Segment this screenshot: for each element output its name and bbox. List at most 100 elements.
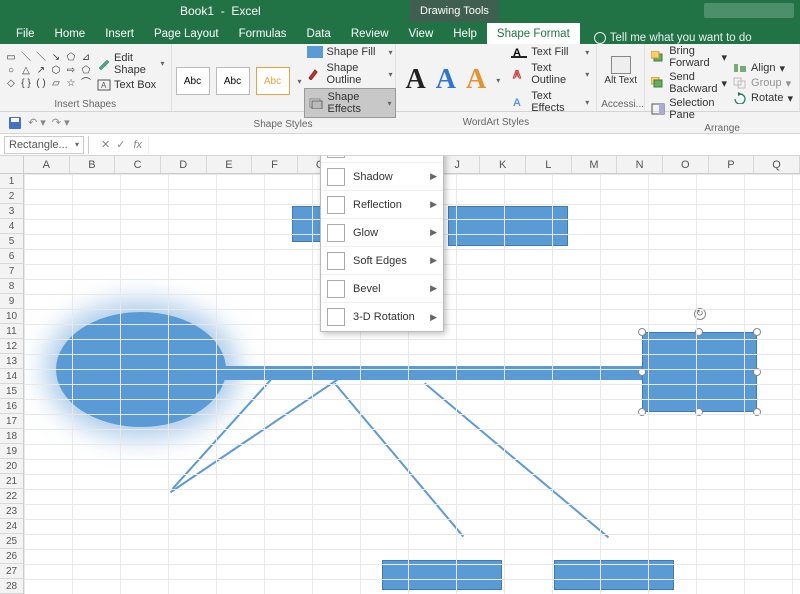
col-header-K[interactable]: K bbox=[480, 156, 526, 173]
group-button[interactable]: Group▾ bbox=[731, 76, 795, 91]
shape-fill-button[interactable]: Shape Fill ▾ bbox=[304, 44, 396, 60]
col-header-L[interactable]: L bbox=[526, 156, 572, 173]
style-preset-3[interactable]: Abc bbox=[256, 67, 290, 95]
text-fill-button[interactable]: A Text Fill▾ bbox=[508, 44, 592, 60]
tell-me[interactable]: Tell me what you want to do bbox=[580, 32, 752, 44]
effects-menu-reflection[interactable]: Reflection▶ bbox=[321, 191, 443, 219]
row-header-7[interactable]: 7 bbox=[0, 264, 23, 279]
shape-rect-selected[interactable] bbox=[642, 332, 757, 412]
tab-home[interactable]: Home bbox=[45, 24, 96, 44]
redo-icon[interactable]: ↷ ▾ bbox=[52, 116, 70, 129]
tab-view[interactable]: View bbox=[399, 24, 444, 44]
wordart-preset-3[interactable]: A bbox=[466, 64, 486, 96]
row-header-20[interactable]: 20 bbox=[0, 459, 23, 474]
style-preset-2[interactable]: Abc bbox=[216, 67, 250, 95]
row-header-25[interactable]: 25 bbox=[0, 534, 23, 549]
wordart-preset-2[interactable]: A bbox=[436, 64, 456, 96]
row-header-11[interactable]: 11 bbox=[0, 324, 23, 339]
select-all-corner[interactable] bbox=[0, 156, 24, 174]
row-header-4[interactable]: 4 bbox=[0, 219, 23, 234]
shape-rect-2[interactable] bbox=[448, 206, 568, 246]
row-headers[interactable]: 1234567891011121314151617181920212223242… bbox=[0, 174, 24, 594]
rotate-button[interactable]: Rotate▾ bbox=[731, 91, 795, 106]
row-header-1[interactable]: 1 bbox=[0, 174, 23, 189]
row-header-15[interactable]: 15 bbox=[0, 384, 23, 399]
effects-menu-soft-edges[interactable]: Soft Edges▶ bbox=[321, 247, 443, 275]
col-header-P[interactable]: P bbox=[709, 156, 755, 173]
col-header-D[interactable]: D bbox=[161, 156, 207, 173]
text-box-button[interactable]: A Text Box bbox=[95, 78, 167, 92]
row-header-21[interactable]: 21 bbox=[0, 474, 23, 489]
text-effects-button[interactable]: A Text Effects▾ bbox=[508, 88, 592, 116]
row-header-26[interactable]: 26 bbox=[0, 549, 23, 564]
row-header-3[interactable]: 3 bbox=[0, 204, 23, 219]
col-header-A[interactable]: A bbox=[24, 156, 70, 173]
formula-input[interactable] bbox=[148, 136, 800, 154]
tab-review[interactable]: Review bbox=[341, 24, 399, 44]
text-outline-button[interactable]: A Text Outline▾ bbox=[508, 60, 592, 88]
account-area[interactable] bbox=[704, 3, 794, 18]
row-header-18[interactable]: 18 bbox=[0, 429, 23, 444]
shape-effects-button[interactable]: Shape Effects ▾ bbox=[304, 88, 396, 118]
effects-menu-glow[interactable]: Glow▶ bbox=[321, 219, 443, 247]
col-header-C[interactable]: C bbox=[115, 156, 161, 173]
shapes-gallery[interactable]: ▭＼＼↘⬠⊿ ○△↗⬡⇨⬠ ◇{ }( )▱☆⌒ bbox=[4, 52, 93, 90]
col-header-M[interactable]: M bbox=[572, 156, 618, 173]
row-header-8[interactable]: 8 bbox=[0, 279, 23, 294]
bring-forward-button[interactable]: Bring Forward▾ bbox=[649, 44, 729, 70]
row-header-16[interactable]: 16 bbox=[0, 399, 23, 414]
resize-handle-ne[interactable] bbox=[753, 328, 761, 336]
row-header-27[interactable]: 27 bbox=[0, 564, 23, 579]
col-header-F[interactable]: F bbox=[252, 156, 298, 173]
tab-formulas[interactable]: Formulas bbox=[229, 24, 297, 44]
row-header-24[interactable]: 24 bbox=[0, 519, 23, 534]
col-header-E[interactable]: E bbox=[207, 156, 253, 173]
connector-line[interactable] bbox=[424, 382, 609, 538]
row-header-28[interactable]: 28 bbox=[0, 579, 23, 594]
align-button[interactable]: Align▾ bbox=[731, 61, 795, 76]
row-header-12[interactable]: 12 bbox=[0, 339, 23, 354]
alt-text-button[interactable]: Alt Text bbox=[601, 56, 640, 86]
tab-insert[interactable]: Insert bbox=[95, 24, 144, 44]
shape-style-gallery[interactable]: Abc Abc Abc ▾ bbox=[176, 67, 302, 95]
row-header-13[interactable]: 13 bbox=[0, 354, 23, 369]
cells-area[interactable]: Preset▶Shadow▶Reflection▶Glow▶Soft Edges… bbox=[24, 174, 800, 594]
worksheet-grid[interactable]: ABCDEFGHIJKLMNOPQ 1234567891011121314151… bbox=[0, 156, 800, 594]
edit-shape-button[interactable]: Edit Shape▾ bbox=[95, 51, 167, 77]
cancel-formula-icon[interactable]: ✕ bbox=[101, 138, 110, 151]
row-header-17[interactable]: 17 bbox=[0, 414, 23, 429]
row-header-22[interactable]: 22 bbox=[0, 489, 23, 504]
tab-data[interactable]: Data bbox=[297, 24, 341, 44]
fx-icon[interactable]: fx bbox=[133, 139, 148, 151]
col-header-O[interactable]: O bbox=[663, 156, 709, 173]
row-header-19[interactable]: 19 bbox=[0, 444, 23, 459]
resize-handle-nw[interactable] bbox=[638, 328, 646, 336]
col-header-Q[interactable]: Q bbox=[754, 156, 800, 173]
enter-formula-icon[interactable]: ✓ bbox=[116, 138, 125, 151]
row-header-2[interactable]: 2 bbox=[0, 189, 23, 204]
effects-menu-3d-rotation[interactable]: 3-D Rotation▶ bbox=[321, 303, 443, 331]
wordart-gallery[interactable]: A A A ▾ bbox=[400, 64, 507, 96]
tab-shape-format[interactable]: Shape Format bbox=[487, 23, 580, 44]
row-header-6[interactable]: 6 bbox=[0, 249, 23, 264]
undo-icon[interactable]: ↶ ▾ bbox=[28, 116, 46, 129]
shape-outline-button[interactable]: Shape Outline ▾ bbox=[304, 60, 396, 88]
wordart-more[interactable]: ▾ bbox=[496, 76, 500, 85]
row-header-14[interactable]: 14 bbox=[0, 369, 23, 384]
send-backward-button[interactable]: Send Backward▾ bbox=[649, 70, 729, 96]
col-header-B[interactable]: B bbox=[70, 156, 116, 173]
style-gallery-more[interactable]: ▾ bbox=[296, 77, 302, 86]
style-preset-1[interactable]: Abc bbox=[176, 67, 210, 95]
row-header-5[interactable]: 5 bbox=[0, 234, 23, 249]
selection-pane-button[interactable]: Selection Pane bbox=[649, 96, 729, 122]
row-header-23[interactable]: 23 bbox=[0, 504, 23, 519]
tab-help[interactable]: Help bbox=[443, 24, 487, 44]
name-box[interactable]: Rectangle... ▾ bbox=[4, 136, 84, 154]
effects-menu-preset[interactable]: Preset▶ bbox=[321, 156, 443, 163]
tab-page-layout[interactable]: Page Layout bbox=[144, 24, 229, 44]
row-header-10[interactable]: 10 bbox=[0, 309, 23, 324]
tab-file[interactable]: File bbox=[6, 24, 45, 44]
save-icon[interactable] bbox=[8, 116, 22, 130]
effects-menu-shadow[interactable]: Shadow▶ bbox=[321, 163, 443, 191]
col-header-N[interactable]: N bbox=[617, 156, 663, 173]
